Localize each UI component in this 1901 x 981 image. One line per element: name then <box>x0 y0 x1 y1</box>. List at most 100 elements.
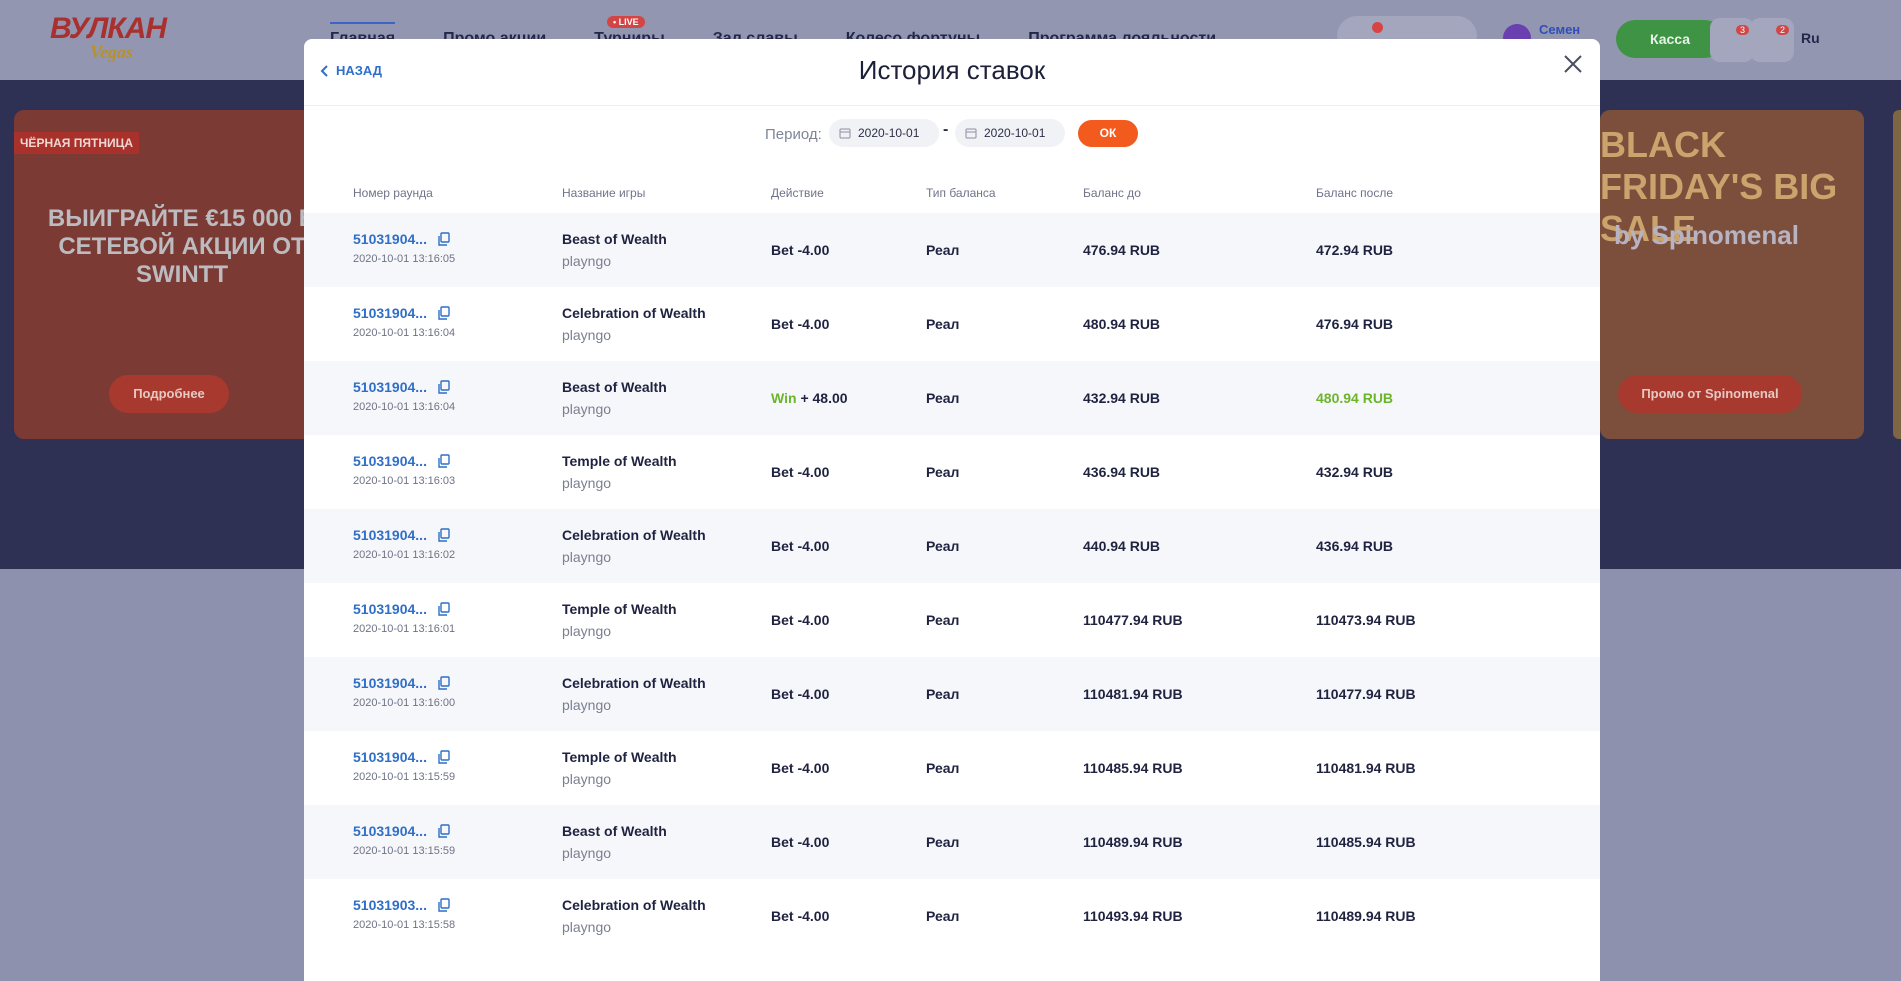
round-timestamp: 2020-10-01 13:16:04 <box>353 401 456 413</box>
balance-type: Реал <box>926 538 960 554</box>
round-timestamp: 2020-10-01 13:16:04 <box>353 327 456 339</box>
game-name: Temple of Wealth <box>562 749 677 765</box>
round-id-link[interactable]: 51031904... <box>353 675 427 691</box>
balance-before: 110489.94 RUB <box>1083 834 1183 850</box>
action-value: Bet -4.00 <box>771 760 830 776</box>
round-id-link[interactable]: 51031904... <box>353 823 427 839</box>
table-row: 51031904... 2020-10-01 13:16:01 Temple o… <box>304 583 1600 657</box>
balance-before: 440.94 RUB <box>1083 538 1161 554</box>
balance-after: 476.94 RUB <box>1316 316 1394 332</box>
balance-after: 472.94 RUB <box>1316 242 1394 258</box>
balance-type: Реал <box>926 908 960 924</box>
game-name: Beast of Wealth <box>562 379 667 395</box>
chat-notification-dot <box>1372 22 1383 33</box>
round-cell: 51031904... <box>353 379 451 395</box>
round-id-link[interactable]: 51031904... <box>353 527 427 543</box>
table-row: 51031904... 2020-10-01 13:16:04 Celebrat… <box>304 287 1600 361</box>
apply-period-button[interactable]: ОК <box>1078 120 1138 147</box>
action-value: Bet -4.00 <box>771 686 830 702</box>
copy-icon[interactable] <box>437 676 451 690</box>
game-name: Celebration of Wealth <box>562 305 706 321</box>
round-timestamp: 2020-10-01 13:15:59 <box>353 771 456 783</box>
win-label: Win <box>771 390 797 406</box>
balance-type: Реал <box>926 390 960 406</box>
balance-before: 436.94 RUB <box>1083 464 1161 480</box>
balance-before: 110485.94 RUB <box>1083 760 1183 776</box>
balance-before: 432.94 RUB <box>1083 390 1161 406</box>
game-name: Celebration of Wealth <box>562 675 706 691</box>
round-id-link[interactable]: 51031904... <box>353 379 427 395</box>
action-value: Win + 48.00 <box>771 390 848 406</box>
banner-tag: ЧЁРНАЯ ПЯТНИЦА <box>14 132 140 154</box>
copy-icon[interactable] <box>437 528 451 542</box>
column-header-balance-type: Тип баланса <box>926 186 996 200</box>
round-id-link[interactable]: 51031904... <box>353 601 427 617</box>
banner-promo-button[interactable]: Промо от Spinomenal <box>1618 375 1802 413</box>
user-name[interactable]: Семен <box>1539 22 1580 37</box>
round-timestamp: 2020-10-01 13:16:00 <box>353 697 456 709</box>
copy-icon[interactable] <box>437 824 451 838</box>
game-provider: playngo <box>562 623 612 639</box>
date-from-field[interactable]: 2020-10-01 <box>829 119 939 147</box>
promo-banner-left[interactable]: ЧЁРНАЯ ПЯТНИЦА ВЫИГРАЙТЕ €15 000 В СЕТЕВ… <box>14 110 314 439</box>
round-cell: 51031904... <box>353 231 451 247</box>
banner-edge <box>1893 110 1901 439</box>
mail-count-badge: 3 <box>1736 25 1750 35</box>
close-icon[interactable] <box>1562 53 1584 75</box>
round-id-link[interactable]: 51031903... <box>353 897 427 913</box>
balance-type: Реал <box>926 316 960 332</box>
round-timestamp: 2020-10-01 13:16:03 <box>353 475 456 487</box>
round-id-link[interactable]: 51031904... <box>353 231 427 247</box>
period-label: Период: <box>765 126 822 143</box>
copy-icon[interactable] <box>437 602 451 616</box>
round-id-link[interactable]: 51031904... <box>353 453 427 469</box>
date-separator: - <box>943 121 949 138</box>
copy-icon[interactable] <box>437 306 451 320</box>
balance-after: 110489.94 RUB <box>1316 908 1416 924</box>
column-header-balance-after: Баланс после <box>1316 186 1394 200</box>
round-timestamp: 2020-10-01 13:15:59 <box>353 845 456 857</box>
round-id-link[interactable]: 51031904... <box>353 749 427 765</box>
balance-type: Реал <box>926 464 960 480</box>
copy-icon[interactable] <box>437 750 451 764</box>
banner-more-button[interactable]: Подробнее <box>109 375 229 413</box>
mail-button[interactable] <box>1710 18 1754 62</box>
round-cell: 51031904... <box>353 823 451 839</box>
round-cell: 51031904... <box>353 527 451 543</box>
period-filter: Период: 2020-10-01 - 2020-10-01 ОК <box>304 117 1600 151</box>
game-provider: playngo <box>562 697 612 713</box>
table-row: 51031904... 2020-10-01 13:16:02 Celebrat… <box>304 509 1600 583</box>
column-header-action: Действие <box>771 186 824 200</box>
round-timestamp: 2020-10-01 13:15:58 <box>353 919 456 931</box>
date-to-field[interactable]: 2020-10-01 <box>955 119 1065 147</box>
copy-icon[interactable] <box>437 454 451 468</box>
game-name: Temple of Wealth <box>562 601 677 617</box>
copy-icon[interactable] <box>437 232 451 246</box>
game-provider: playngo <box>562 549 612 565</box>
balance-before: 110493.94 RUB <box>1083 908 1183 924</box>
cashier-button[interactable]: Касса <box>1616 20 1724 58</box>
promo-banner-right[interactable]: BLACK FRIDAY'S BIG SALE by Spinomenal Пр… <box>1600 110 1864 439</box>
action-value: Bet -4.00 <box>771 242 830 258</box>
copy-icon[interactable] <box>437 898 451 912</box>
balance-type: Реал <box>926 834 960 850</box>
round-cell: 51031903... <box>353 897 451 913</box>
game-provider: playngo <box>562 475 612 491</box>
balance-after: 110477.94 RUB <box>1316 686 1416 702</box>
calendar-icon <box>965 128 977 139</box>
game-name: Celebration of Wealth <box>562 897 706 913</box>
balance-after: 110481.94 RUB <box>1316 760 1416 776</box>
gift-button[interactable] <box>1750 18 1794 62</box>
logo-subtext: Vegas <box>90 42 134 62</box>
game-provider: playngo <box>562 919 612 935</box>
table-row: 51031904... 2020-10-01 13:16:04 Beast of… <box>304 361 1600 435</box>
balance-type: Реал <box>926 760 960 776</box>
banner-title: ВЫИГРАЙТЕ €15 000 В СЕТЕВОЙ АКЦИИ ОТ SWI… <box>47 205 314 288</box>
copy-icon[interactable] <box>437 380 451 394</box>
round-id-link[interactable]: 51031904... <box>353 305 427 321</box>
balance-before: 110477.94 RUB <box>1083 612 1183 628</box>
language-select[interactable]: Ru <box>1801 30 1820 46</box>
logo[interactable]: ВУЛКАН Vegas <box>50 12 167 66</box>
table-row: 51031904... 2020-10-01 13:15:59 Beast of… <box>304 805 1600 879</box>
balance-after: 436.94 RUB <box>1316 538 1394 554</box>
